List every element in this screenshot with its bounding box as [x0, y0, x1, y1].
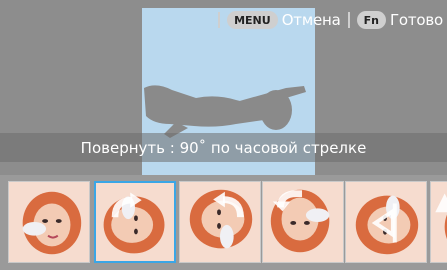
girl-photo-icon — [263, 182, 343, 262]
thumbnail-rotate-180[interactable] — [262, 181, 344, 263]
divider — [218, 12, 221, 28]
girl-photo-icon — [346, 182, 426, 262]
thumbnail-strip — [0, 175, 447, 270]
top-bar: MENU Отмена Fn Готово — [215, 4, 447, 36]
girl-photo-icon — [96, 183, 174, 261]
girl-photo-icon — [180, 182, 260, 262]
thumbnail-flip-horizontal[interactable] — [345, 181, 427, 263]
girl-photo-icon — [9, 182, 89, 262]
menu-key-badge[interactable]: MENU — [227, 11, 278, 29]
rotation-caption: Повернуть : 90˚ по часовой стрелке — [0, 133, 447, 162]
done-label[interactable]: Готово — [390, 11, 443, 29]
thumbnail-rotate-90-ccw[interactable] — [179, 181, 261, 263]
thumbnail-rotate-90-cw[interactable] — [94, 181, 176, 263]
cancel-label[interactable]: Отмена — [282, 11, 341, 29]
divider — [347, 12, 350, 28]
caption-text: Повернуть : 90˚ по часовой стрелке — [80, 138, 367, 157]
girl-photo-icon — [431, 182, 447, 262]
fn-key-badge[interactable]: Fn — [356, 11, 386, 29]
thumbnail-original[interactable] — [8, 181, 90, 263]
thumbnail-flip-vertical[interactable] — [430, 181, 447, 263]
rotation-screen: MENU Отмена Fn Готово Повернуть : 90˚ по… — [0, 0, 447, 270]
